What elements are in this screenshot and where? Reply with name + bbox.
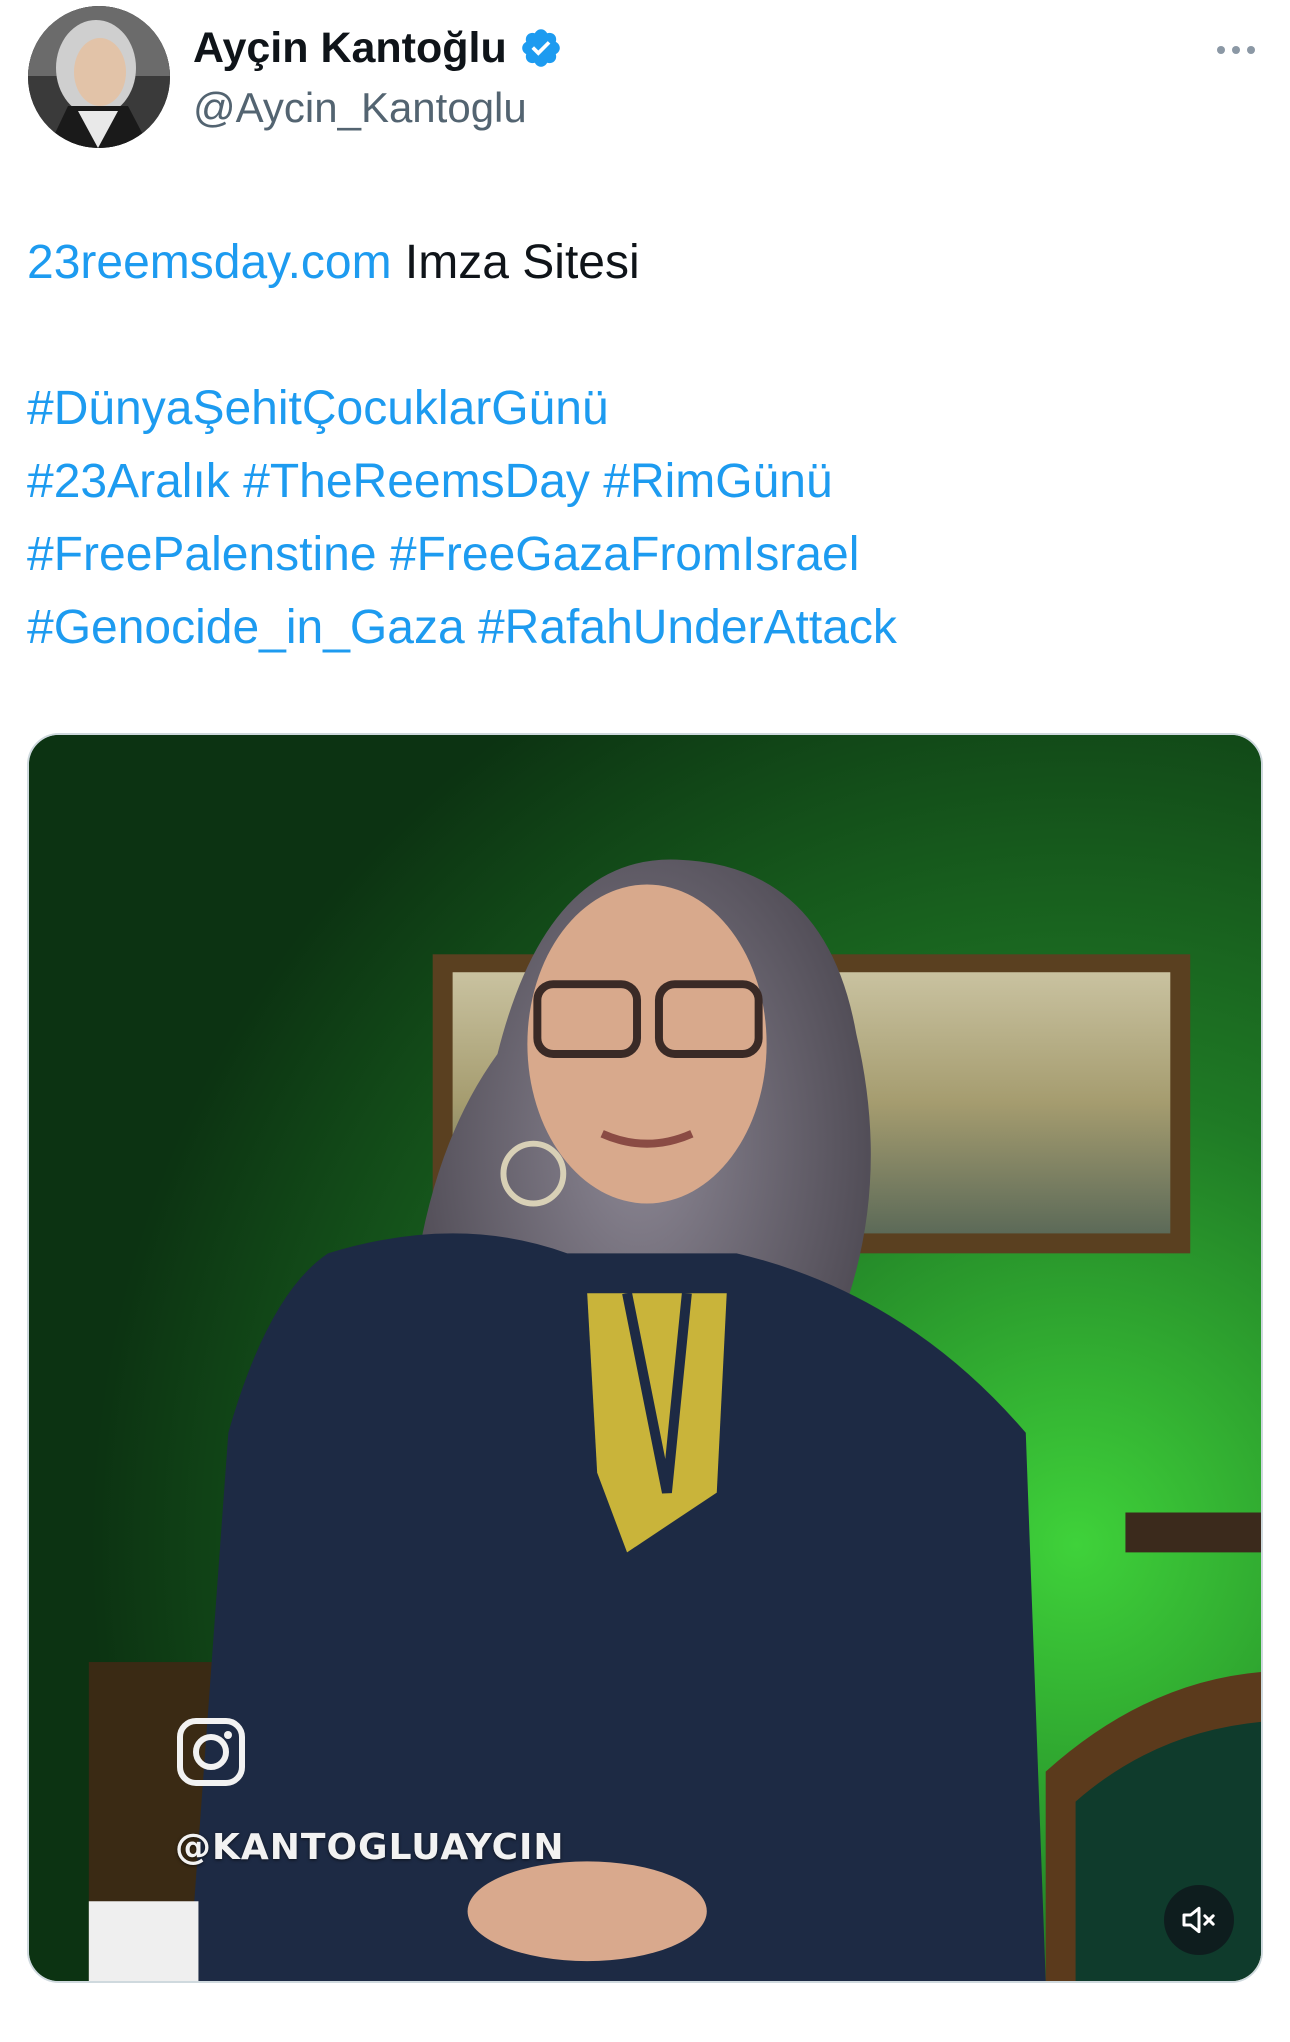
video-frame [29,735,1261,1981]
hashtag-line[interactable]: #Genocide_in_Gaza #RafahUnderAttack [27,591,897,664]
tweet-text: 23reemsday.com Imza Sitesi [27,226,1257,299]
hashtag-line[interactable]: #23Aralık #TheReemsDay #RimGünü [27,445,897,518]
author-avatar[interactable] [28,6,170,148]
hashtag-line[interactable]: #DünyaŞehitÇocuklarGünü [27,372,897,445]
external-link[interactable]: 23reemsday.com [27,236,392,289]
verified-badge-icon[interactable] [519,26,563,70]
mute-toggle-button[interactable] [1164,1885,1234,1955]
author-handle[interactable]: @Aycin_Kantoglu [193,80,527,136]
tweet-page: Ayçin Kantoğlu @Aycin_Kantoglu 23reemsda… [0,0,1290,2042]
avatar-image [28,6,170,148]
hashtag-block: #DünyaŞehitÇocuklarGünü #23Aralık #TheRe… [27,372,897,664]
instagram-icon [177,1718,245,1786]
author-display-name[interactable]: Ayçin Kantoğlu [193,20,507,76]
instagram-handle-overlay: @KANTOGLUAYCIN [175,1827,565,1868]
speaker-muted-icon [1182,1906,1215,1934]
author-name-row: Ayçin Kantoğlu [193,20,563,76]
more-options-icon[interactable] [1208,22,1264,78]
link-caption: Imza Sitesi [391,236,640,289]
hashtag-line[interactable]: #FreePalenstine #FreeGazaFromIsrael [27,518,897,591]
video-player[interactable]: @KANTOGLUAYCIN [27,733,1263,1983]
